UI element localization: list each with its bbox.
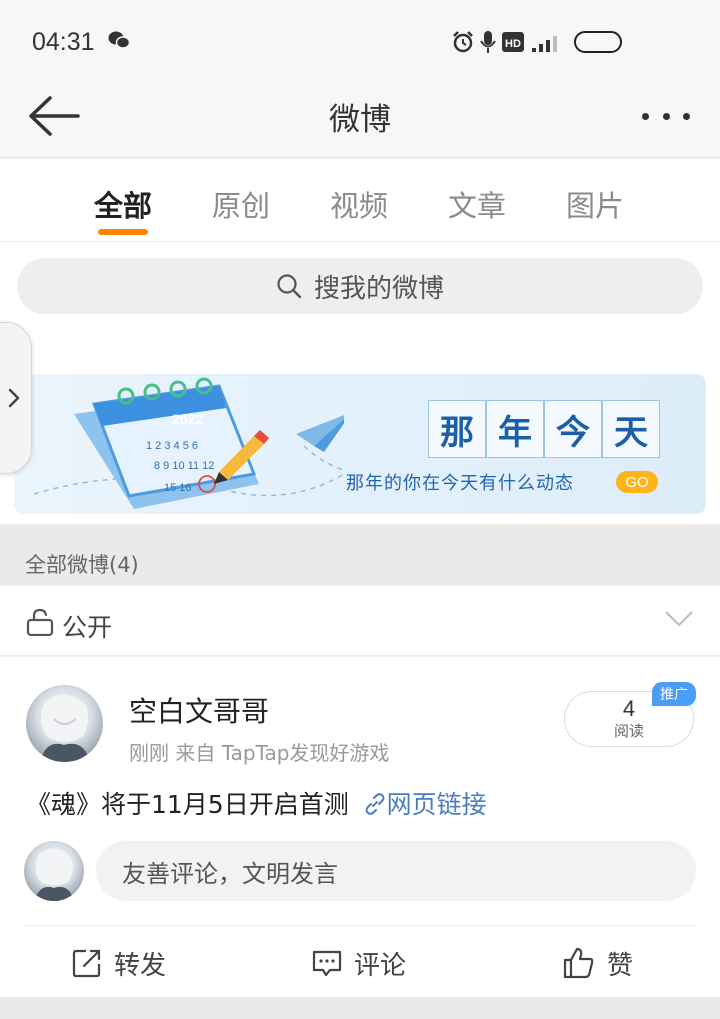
tab-video[interactable]: 视频	[304, 183, 414, 225]
like-button[interactable]: 赞	[563, 945, 633, 981]
post-text: 《魂》将于11月5日开启首测 网页链接	[26, 785, 487, 821]
wechat-icon	[108, 31, 130, 49]
tab-article[interactable]: 文章	[422, 183, 532, 225]
avatar-image	[40, 694, 90, 762]
link-icon	[365, 793, 385, 815]
status-icons: HD	[452, 28, 622, 56]
tab-all[interactable]: 全部	[68, 183, 178, 225]
banner-title: 那 年 今 天	[428, 400, 660, 458]
chevron-down-icon	[665, 611, 693, 627]
my-avatar	[24, 841, 84, 901]
post-meta: 刚刚 来自 TapTap发现好游戏	[129, 741, 390, 765]
search-icon	[277, 274, 302, 299]
divider	[24, 925, 696, 926]
post-card: 空白文哥哥 刚刚 来自 TapTap发现好游戏 4 阅读 推广 《魂》将于11月…	[0, 657, 720, 997]
search-section: 搜我的微博	[0, 242, 720, 330]
status-time: 04:31	[32, 28, 95, 56]
banner-title-char: 今	[544, 400, 602, 458]
comment-icon	[312, 950, 342, 977]
banner-subtitle: 那年的你在今天有什么动态	[346, 473, 574, 494]
promo-badge: 推广	[652, 682, 696, 706]
more-icon[interactable]	[642, 104, 690, 128]
svg-text:HD: HD	[505, 38, 521, 50]
banner-title-char: 天	[602, 400, 660, 458]
signal-icon	[532, 36, 557, 52]
go-button[interactable]: GO	[616, 471, 658, 493]
web-link[interactable]: 网页链接	[387, 790, 487, 819]
tab-image[interactable]: 图片	[540, 183, 650, 225]
svg-text:8 9 10 11 12: 8 9 10 11 12	[154, 460, 214, 472]
section-header: 全部微博(4)	[0, 525, 720, 585]
banner-section: 2022 1 2 3 4 5 6 8 9 10 11 12 15 16 那 年 …	[0, 330, 720, 524]
like-label: 赞	[607, 950, 634, 981]
section-title: 全部微博(4)	[25, 553, 139, 577]
repost-label: 转发	[114, 950, 167, 981]
side-drawer-handle[interactable]	[0, 322, 32, 474]
banner-title-char: 年	[486, 400, 544, 458]
page-title: 微博	[329, 102, 391, 138]
microphone-icon	[480, 31, 496, 53]
visibility-label: 公开	[62, 613, 113, 642]
active-tab-indicator	[98, 229, 148, 235]
nav-bar: 微博	[0, 80, 720, 158]
svg-text:1 2 3 4 5 6: 1 2 3 4 5 6	[146, 440, 198, 452]
comment-placeholder: 友善评论，文明发言	[122, 859, 338, 888]
post-body: 《魂》将于11月5日开启首测	[26, 790, 349, 819]
svg-text:15 16: 15 16	[164, 482, 192, 494]
calendar-year: 2022	[172, 411, 203, 427]
battery-icon	[574, 31, 622, 53]
comment-input[interactable]: 友善评论，文明发言	[96, 841, 696, 901]
search-placeholder: 搜我的微博	[313, 273, 444, 304]
search-input[interactable]: 搜我的微博	[17, 258, 703, 314]
hd-icon: HD	[502, 32, 524, 52]
alarm-icon	[453, 31, 473, 53]
avatar-image	[34, 848, 74, 901]
comment-button[interactable]: 评论	[312, 945, 406, 981]
repost-button[interactable]: 转发	[72, 945, 166, 981]
visibility-filter[interactable]: 公开	[0, 586, 720, 656]
username[interactable]: 空白文哥哥	[129, 690, 269, 730]
read-label: 阅读	[613, 722, 644, 740]
banner-title-char: 那	[428, 400, 486, 458]
status-bar: 04:31 HD	[0, 0, 720, 80]
bottom-spacer	[0, 997, 720, 1019]
thumbs-up-icon	[563, 947, 594, 979]
chevron-right-icon	[8, 388, 20, 408]
comment-label: 评论	[354, 950, 407, 981]
avatar[interactable]	[26, 685, 103, 762]
calendar-illustration: 2022 1 2 3 4 5 6 8 9 10 11 12 15 16	[33, 377, 344, 509]
repost-icon	[72, 949, 101, 978]
unlock-icon	[26, 608, 54, 636]
tab-original[interactable]: 原创	[186, 183, 296, 225]
